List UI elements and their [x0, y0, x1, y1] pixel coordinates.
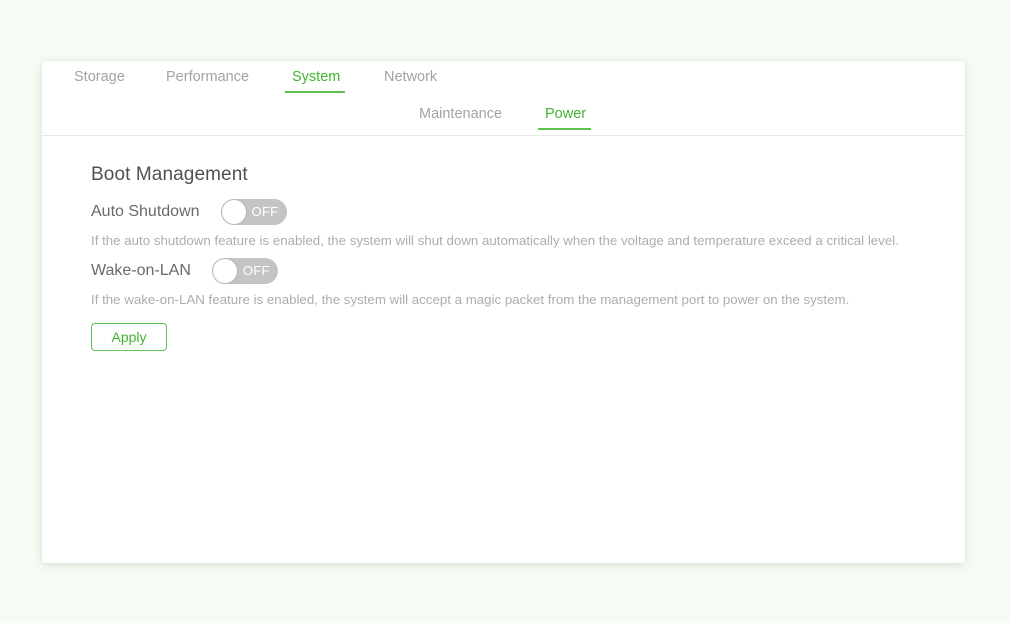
section-title: Boot Management [91, 164, 248, 185]
primary-tabs: Storage Performance System Network [42, 61, 965, 99]
toggle-state-text: OFF [242, 263, 270, 278]
tabs-divider [42, 135, 965, 136]
tab-power[interactable]: Power [537, 106, 592, 130]
toggle-knob [221, 200, 246, 224]
tab-maintenance[interactable]: Maintenance [419, 106, 502, 128]
toggle-knob [212, 259, 237, 283]
wake-on-lan-description: If the wake-on-LAN feature is enabled, t… [91, 292, 850, 307]
tab-performance[interactable]: Performance [166, 69, 249, 91]
apply-button[interactable]: Apply [91, 323, 167, 351]
wake-on-lan-row: Wake-on-LAN OFF [91, 257, 911, 285]
auto-shutdown-description: If the auto shutdown feature is enabled,… [91, 233, 899, 248]
tab-network[interactable]: Network [384, 69, 437, 91]
wake-on-lan-toggle[interactable]: OFF [211, 258, 278, 284]
auto-shutdown-toggle[interactable]: OFF [220, 199, 287, 225]
tab-storage[interactable]: Storage [74, 69, 125, 91]
toggle-state-text: OFF [251, 204, 279, 219]
auto-shutdown-row: Auto Shutdown OFF [91, 198, 911, 226]
wake-on-lan-label: Wake-on-LAN [91, 262, 191, 279]
tab-system[interactable]: System [284, 69, 346, 93]
auto-shutdown-label: Auto Shutdown [91, 203, 200, 220]
settings-panel: Storage Performance System Network Maint… [42, 61, 965, 563]
boot-management-section: Boot Management Auto Shutdown OFF If the… [91, 164, 911, 351]
